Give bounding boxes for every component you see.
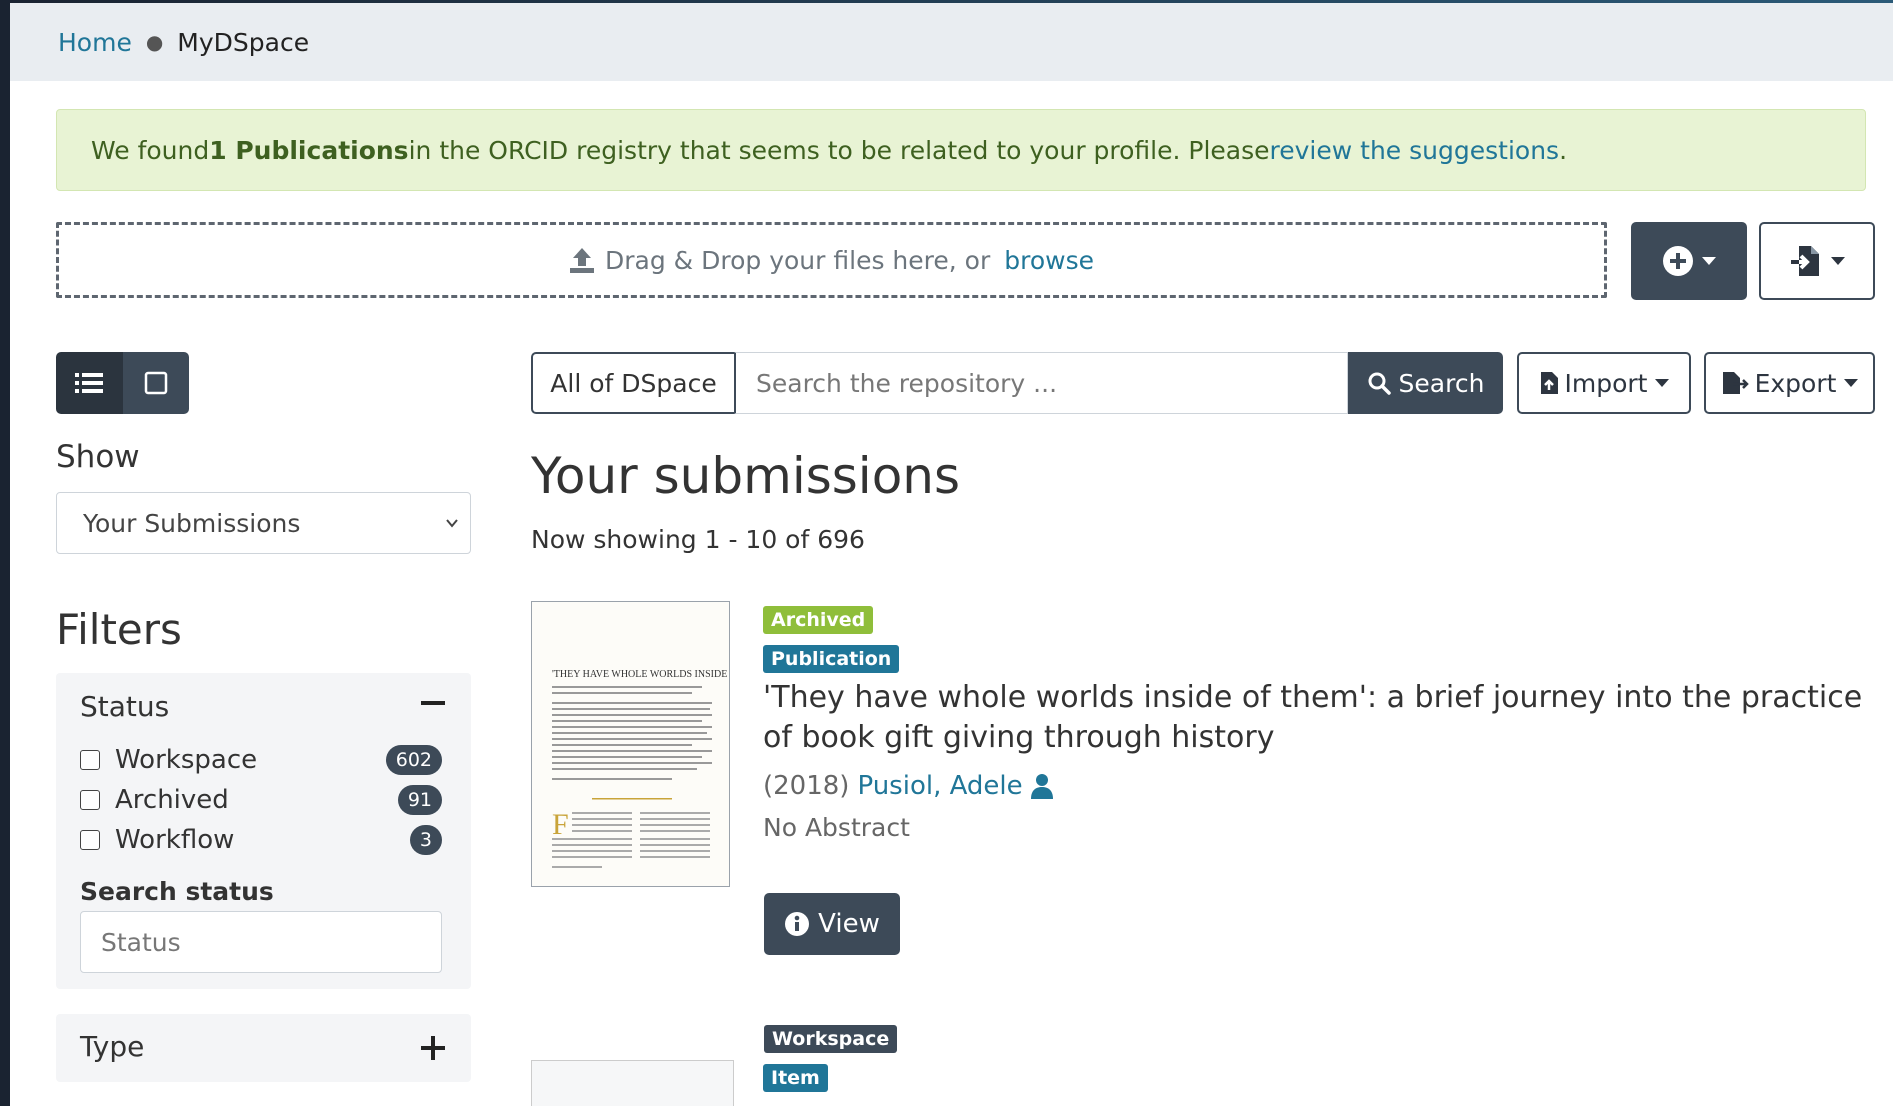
- alert-text-pre: We found: [91, 135, 210, 165]
- search-input[interactable]: Search the repository ...: [734, 352, 1348, 414]
- breadcrumb-separator: ●: [145, 30, 164, 54]
- chevron-down-icon: [1655, 379, 1670, 387]
- status-badge: Archived: [763, 606, 874, 634]
- status-facet-title: Status: [80, 690, 170, 723]
- status-search-input[interactable]: Status: [80, 911, 442, 973]
- breadcrumb-home-link[interactable]: Home: [58, 28, 132, 57]
- count-badge: 3: [409, 825, 442, 855]
- page: Home ● MyDSpace We found 1 Publications …: [10, 3, 1893, 1106]
- option-label: Workflow: [115, 825, 235, 855]
- type-badge: Publication: [763, 645, 900, 673]
- type-facet[interactable]: Type: [56, 1014, 471, 1082]
- new-submission-button[interactable]: [1631, 222, 1747, 300]
- file-export-icon: [1722, 372, 1749, 394]
- show-select[interactable]: Your Submissions: [56, 492, 471, 554]
- plus-icon[interactable]: [421, 1036, 445, 1060]
- item-thumbnail[interactable]: 'THEY HAVE WHOLE WORLDS INSIDE OF THEM' …: [531, 601, 730, 887]
- item-title-link[interactable]: 'They have whole worlds inside of them':…: [763, 678, 1863, 758]
- status-option-workspace[interactable]: Workspace 602: [80, 743, 442, 777]
- export-button[interactable]: Export: [1704, 352, 1875, 414]
- type-badge: Item: [763, 1064, 828, 1092]
- info-circle-icon: [785, 912, 810, 936]
- search-icon: [1368, 372, 1391, 395]
- item-year: (2018): [763, 771, 850, 801]
- chevron-down-icon: [1702, 257, 1716, 265]
- item-thumbnail[interactable]: [531, 1060, 734, 1106]
- page-title: Your submissions: [531, 447, 961, 505]
- search-button[interactable]: Search: [1348, 352, 1503, 414]
- count-badge: 602: [385, 745, 442, 775]
- list-icon: [75, 373, 104, 393]
- review-suggestions-link[interactable]: review the suggestions: [1270, 136, 1560, 165]
- status-facet: Status Workspace 602 Archived 91 Workflo…: [56, 673, 471, 989]
- file-dropzone[interactable]: Drag & Drop your files here, or browse: [56, 222, 1607, 298]
- checkbox[interactable]: [80, 830, 100, 850]
- search-button-label: Search: [1398, 368, 1485, 398]
- file-import-icon: [1791, 246, 1819, 276]
- item-meta: (2018) Pusiol, Adele: [763, 771, 1053, 801]
- export-button-label: Export: [1754, 368, 1837, 398]
- user-icon[interactable]: [1030, 773, 1053, 799]
- option-label: Archived: [115, 785, 229, 815]
- checkbox[interactable]: [80, 750, 100, 770]
- upload-icon: [569, 246, 595, 274]
- orcid-suggestion-alert: We found 1 Publications in the ORCID reg…: [56, 109, 1866, 191]
- checkbox[interactable]: [80, 790, 100, 810]
- file-upload-icon: [1540, 372, 1558, 394]
- minus-icon[interactable]: [421, 701, 445, 707]
- list-view-button[interactable]: [56, 352, 123, 414]
- status-badge: Workspace: [764, 1025, 898, 1053]
- author-link[interactable]: Pusiol, Adele: [857, 771, 1022, 801]
- document-thumbnail-image: 'THEY HAVE WHOLE WORLDS INSIDE OF THEM' …: [532, 602, 730, 886]
- grid-view-button[interactable]: [122, 352, 189, 414]
- status-option-archived[interactable]: Archived 91: [80, 783, 442, 817]
- show-label: Show: [56, 439, 140, 475]
- item-abstract: No Abstract: [763, 813, 910, 842]
- breadcrumb: Home ● MyDSpace: [10, 3, 1893, 81]
- browse-link[interactable]: browse: [1004, 246, 1094, 275]
- alert-text-post: .: [1559, 135, 1568, 165]
- search-status-label: Search status: [80, 877, 274, 906]
- thumb-heading: 'THEY HAVE WHOLE WORLDS INSIDE OF THEM': [552, 669, 730, 680]
- type-facet-title: Type: [80, 1030, 145, 1063]
- import-button[interactable]: Import: [1517, 352, 1691, 414]
- results-count: Now showing 1 - 10 of 696: [531, 525, 865, 554]
- count-badge: 91: [397, 785, 442, 815]
- alert-count: 1 Publications: [209, 135, 409, 165]
- chevron-down-icon: [1831, 257, 1845, 265]
- import-button-label: Import: [1564, 368, 1648, 398]
- search-scope-button[interactable]: All of DSpace: [531, 352, 734, 414]
- square-icon: [144, 371, 167, 395]
- svg-text:'THEY HAVE WHOLE WORLDS INSIDE: 'THEY HAVE WHOLE WORLDS INSIDE OF THEM': [552, 669, 730, 680]
- show-select-value: Your Submissions: [83, 508, 301, 538]
- import-external-button[interactable]: [1759, 222, 1875, 300]
- view-mode-toggle: [56, 352, 189, 414]
- chevron-down-icon: [446, 519, 458, 528]
- alert-text-mid: in the ORCID registry that seems to be r…: [408, 135, 1270, 165]
- filters-title: Filters: [56, 605, 182, 654]
- dropzone-text: Drag & Drop your files here, or: [605, 245, 991, 275]
- svg-text:F: F: [552, 808, 569, 841]
- breadcrumb-current: MyDSpace: [177, 27, 310, 57]
- view-item-button[interactable]: View: [764, 893, 900, 955]
- view-button-label: View: [818, 909, 880, 939]
- plus-circle-icon: [1663, 246, 1693, 276]
- option-label: Workspace: [115, 745, 258, 775]
- chevron-down-icon: [1844, 379, 1859, 387]
- status-option-workflow[interactable]: Workflow 3: [80, 823, 442, 857]
